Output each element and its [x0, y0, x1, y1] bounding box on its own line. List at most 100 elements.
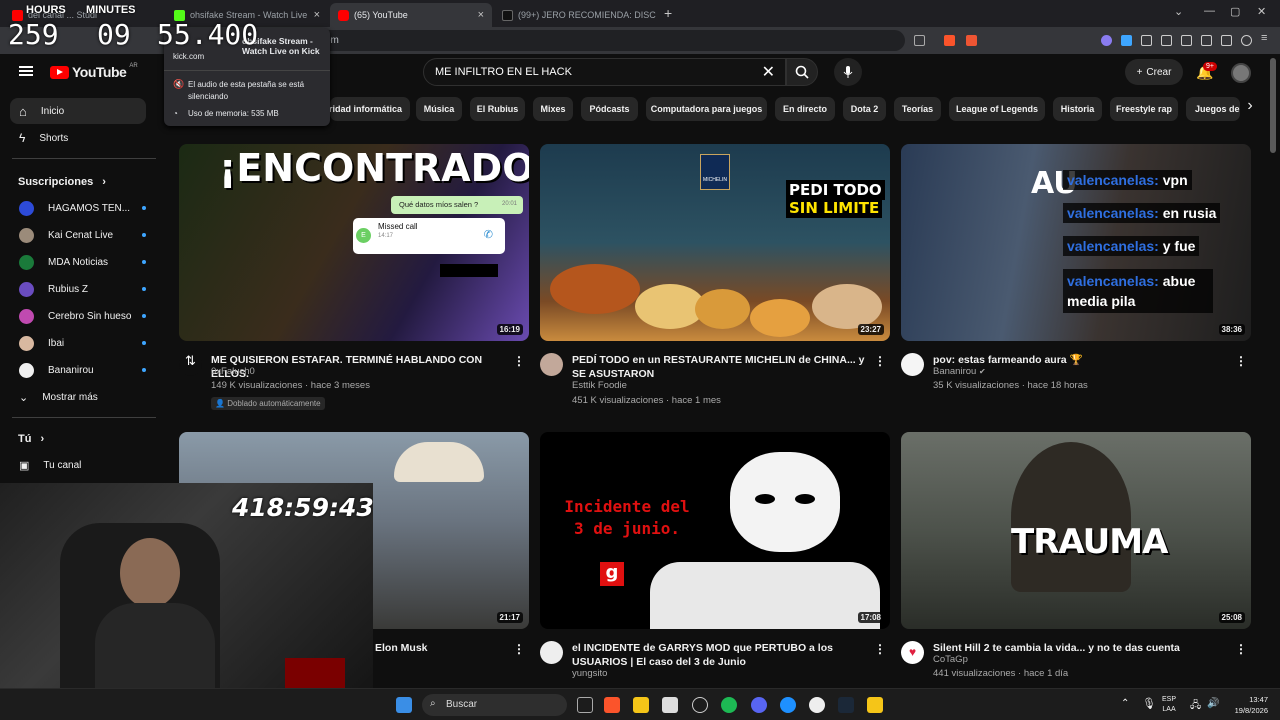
obs-icon[interactable] — [692, 697, 708, 713]
close-tab-icon[interactable]: × — [314, 9, 320, 21]
channel-avatar[interactable] — [901, 353, 924, 376]
create-button[interactable]: + Crear — [1125, 59, 1183, 85]
more-options-icon[interactable]: ⋮ — [513, 354, 525, 368]
channel-avatar[interactable]: ⇅ — [179, 353, 202, 376]
scrollbar[interactable] — [1270, 58, 1276, 153]
network-icon[interactable]: 🖧 — [1190, 698, 1201, 715]
windows-start-icon[interactable] — [396, 697, 412, 713]
notepad-icon[interactable] — [867, 697, 883, 713]
more-options-icon[interactable]: ⋮ — [1235, 642, 1247, 656]
more-options-icon[interactable]: ⋮ — [874, 642, 886, 656]
brave-shield-icon[interactable] — [944, 35, 955, 46]
channel-name[interactable]: yungsito — [572, 668, 607, 679]
video-card[interactable]: Incidente del 3 de junio. g 17:08 el INC… — [540, 432, 890, 682]
video-thumbnail[interactable]: AU valencanelas: vpn valencanelas: en ru… — [901, 144, 1251, 341]
sidebar-sub-ibai[interactable]: Ibai — [10, 330, 146, 356]
channel-avatar[interactable] — [540, 641, 563, 664]
skull-app-icon[interactable] — [809, 697, 825, 713]
capcut-icon[interactable] — [662, 697, 678, 713]
video-card[interactable]: MICHELIN PEDI TODO SIN LIMITE 23:27 PEDÍ… — [540, 144, 890, 414]
sidebar-sub-rubius[interactable]: Rubius Z — [10, 276, 146, 302]
language-indicator[interactable]: ESP LAA — [1162, 695, 1176, 715]
channel-avatar[interactable]: ♥ — [901, 641, 924, 664]
music-icon[interactable] — [1161, 35, 1172, 46]
microphone-icon[interactable]: 🎙 — [1142, 697, 1156, 710]
clear-search-icon[interactable]: ✕ — [762, 62, 775, 82]
sidebar-item-home[interactable]: ⌂ Inicio — [10, 98, 146, 124]
sidebar-sub-cerebro[interactable]: Cerebro Sin hueso — [10, 303, 146, 329]
menu-icon[interactable]: ≡ — [1261, 32, 1272, 44]
video-thumbnail[interactable]: ¡ENCONTRADO! Qué datos míos salen ? 20:0… — [179, 144, 529, 341]
youtube-logo[interactable]: YouTube AR — [50, 63, 138, 80]
sidebar-sub-hagamos[interactable]: HAGAMOS TEN... — [10, 195, 146, 221]
leo-ai-icon[interactable] — [1221, 35, 1232, 46]
brave-rewards-icon[interactable] — [966, 35, 977, 46]
search-button[interactable] — [786, 58, 818, 86]
chip[interactable]: League of Legends — [949, 97, 1045, 121]
cast-icon[interactable] — [914, 35, 925, 46]
video-card[interactable]: ¡ENCONTRADO! Qué datos míos salen ? 20:0… — [179, 144, 529, 414]
new-tab-button[interactable]: + — [664, 5, 672, 21]
minimize-button[interactable]: — — [1204, 5, 1215, 17]
steam-icon[interactable] — [838, 697, 854, 713]
tab-tiktok[interactable]: (99+) JERO RECOMIENDA: DISCO × — [494, 3, 656, 27]
video-title[interactable]: el INCIDENTE de GARRYS MOD que PERTUBO a… — [572, 641, 877, 669]
video-thumbnail[interactable]: TRAUMA 25:08 — [901, 432, 1251, 629]
channel-name[interactable]: Bananirou ✔ — [933, 366, 986, 377]
video-thumbnail[interactable]: Incidente del 3 de junio. g 17:08 — [540, 432, 890, 629]
chip[interactable]: Pódcasts — [581, 97, 638, 121]
account-avatar[interactable] — [1231, 63, 1251, 83]
video-title[interactable]: ME QUISIERON ESTAFAR. TERMINÉ HABLANDO C… — [211, 353, 511, 381]
clock[interactable]: 13:47 19/8/2026 — [1226, 694, 1268, 716]
puzzle-extensions-icon[interactable] — [1141, 35, 1152, 46]
channel-name[interactable]: 0xFaluch0 — [211, 366, 255, 377]
show-hidden-icons-icon[interactable]: ⌃ — [1121, 698, 1129, 709]
extension-icon[interactable] — [1101, 35, 1112, 46]
tab-youtube[interactable]: (65) YouTube × — [330, 3, 492, 27]
video-card[interactable]: TRAUMA 25:08 ♥ Silent Hill 2 te cambia l… — [901, 432, 1251, 682]
search-input[interactable]: ME INFILTRO EN EL HACK ✕ — [423, 58, 786, 86]
subscriptions-header[interactable]: Suscripciones › — [18, 176, 106, 188]
maximize-button[interactable]: ▢ — [1230, 5, 1240, 18]
sidebar-sub-mda[interactable]: MDA Noticias — [10, 249, 146, 275]
video-thumbnail[interactable]: MICHELIN PEDI TODO SIN LIMITE 23:27 — [540, 144, 890, 341]
you-header[interactable]: Tú › — [18, 433, 44, 445]
chip[interactable]: Juegos de — [1186, 97, 1240, 121]
video-card[interactable]: AU valencanelas: vpn valencanelas: en ru… — [901, 144, 1251, 404]
sidebar-sub-kai[interactable]: Kai Cenat Live — [10, 222, 146, 248]
chip[interactable]: ridad informática — [329, 97, 410, 121]
sidebar-item-shorts[interactable]: ϟ Shorts — [10, 125, 146, 151]
menu-hamburger-icon[interactable] — [19, 66, 33, 76]
spotify-icon[interactable] — [721, 697, 737, 713]
volume-icon[interactable]: 🔊 — [1207, 698, 1219, 709]
video-title[interactable]: PEDÍ TODO en un RESTAURANTE MICHELIN de … — [572, 353, 872, 381]
channel-avatar[interactable] — [540, 353, 563, 376]
voice-search-button[interactable] — [834, 58, 862, 86]
chip[interactable]: Música — [416, 97, 462, 121]
channel-name[interactable]: CoTaGp — [933, 654, 968, 665]
chip[interactable]: Teorías — [894, 97, 941, 121]
extension-icon[interactable] — [1121, 35, 1132, 46]
sidebar-icon[interactable] — [1181, 35, 1192, 46]
chip[interactable]: El Rubius — [470, 97, 525, 121]
channel-name[interactable]: Esttik Foodie — [572, 380, 627, 391]
task-view-icon[interactable] — [577, 697, 593, 713]
chips-next-arrow-icon[interactable]: › — [1240, 97, 1260, 121]
chip[interactable]: Freestyle rap — [1110, 97, 1178, 121]
close-window-button[interactable]: ✕ — [1257, 5, 1266, 18]
chip[interactable]: Mixes — [533, 97, 573, 121]
discord-icon[interactable] — [751, 697, 767, 713]
more-options-icon[interactable]: ⋮ — [874, 354, 886, 368]
video-title[interactable]: Silent Hill 2 te cambia la vida... y no … — [933, 641, 1233, 655]
vpn-icon[interactable] — [1241, 35, 1252, 46]
chip[interactable]: Historia — [1053, 97, 1102, 121]
sidebar-your-channel[interactable]: ▣ Tu canal — [10, 452, 146, 478]
video-title[interactable]: pov: estas farmeando aura 🏆 — [933, 353, 1233, 367]
file-explorer-icon[interactable] — [633, 697, 649, 713]
brave-browser-icon[interactable] — [604, 697, 620, 713]
app-icon[interactable] — [780, 697, 796, 713]
tab-search-icon[interactable]: ⌄ — [1174, 5, 1183, 18]
taskbar-search[interactable]: ⌕ Buscar — [422, 694, 567, 716]
wallet-icon[interactable] — [1201, 35, 1212, 46]
sidebar-show-more[interactable]: ⌄ Mostrar más — [10, 384, 146, 410]
